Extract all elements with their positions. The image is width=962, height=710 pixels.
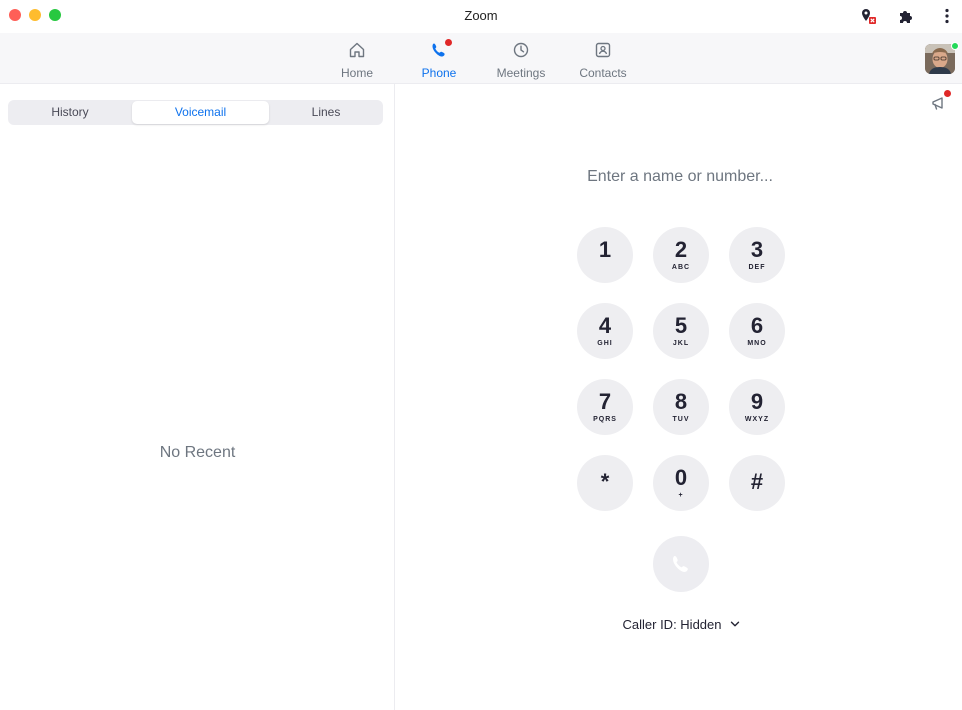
dial-key-digit: 2 <box>674 237 688 262</box>
home-icon <box>349 42 365 58</box>
phone-call-icon <box>673 556 688 572</box>
dial-key-letters: + <box>678 492 684 499</box>
dial-key-8[interactable]: 8 TUV <box>653 379 709 435</box>
nav-contacts-label: Contacts <box>579 66 627 80</box>
empty-state-text: No Recent <box>159 444 236 461</box>
clock-icon <box>513 42 529 58</box>
dial-key-digit: # <box>750 469 764 494</box>
dial-key-letters: ABC <box>671 264 691 271</box>
call-button[interactable] <box>653 536 709 592</box>
nav-phone[interactable]: Phone <box>404 39 474 80</box>
dial-key-0[interactable]: 0 + <box>653 455 709 511</box>
dial-key-digit: 3 <box>750 237 764 262</box>
chevron-down-icon <box>730 621 739 627</box>
nav-home-label: Home <box>340 66 373 80</box>
main-nav: Home Phone Meetings Contacts <box>0 33 962 84</box>
nav-home[interactable]: Home <box>322 39 392 80</box>
dial-key-letters: TUV <box>672 416 690 423</box>
phone-notification-dot <box>445 39 452 46</box>
nav-meetings-label: Meetings <box>496 66 546 80</box>
dial-key-letters: WXYZ <box>744 416 770 423</box>
nav-contacts[interactable]: Contacts <box>568 39 638 80</box>
dial-key-digit: 8 <box>674 389 688 414</box>
tab-lines[interactable]: Lines <box>269 100 383 125</box>
dial-key-4[interactable]: 4 GHI <box>577 303 633 359</box>
dial-key-digit: 4 <box>598 313 612 338</box>
dial-key-5[interactable]: 5 JKL <box>653 303 709 359</box>
dial-key-9[interactable]: 9 WXYZ <box>729 379 785 435</box>
dial-key-3[interactable]: 3 DEF <box>729 227 785 283</box>
dial-key-digit: * <box>600 469 610 494</box>
dial-key-letters: MNO <box>747 340 767 347</box>
caller-id-label: Caller ID: Hidden <box>622 616 722 632</box>
dial-key-digit: 7 <box>598 389 612 414</box>
call-history-pane: History Voicemail Lines No Recent <box>0 84 395 710</box>
dial-key-letters: JKL <box>672 340 690 347</box>
dial-key-star[interactable]: * <box>577 455 633 511</box>
title-bar: Zoom <box>0 0 962 33</box>
dialer-pane: 1 2 ABC 3 DEF 4 GHI 5 JKL 6 MNO 7 PQRS 8… <box>396 84 962 710</box>
dial-key-letters: GHI <box>597 340 613 347</box>
dial-key-6[interactable]: 6 MNO <box>729 303 785 359</box>
dial-key-hash[interactable]: # <box>729 455 785 511</box>
puzzle-apps-icon[interactable] <box>896 6 916 26</box>
nav-phone-label: Phone <box>421 66 457 80</box>
dial-key-letters: DEF <box>748 264 766 271</box>
dial-key-1[interactable]: 1 <box>577 227 633 283</box>
window-title: Zoom <box>464 8 498 23</box>
dial-key-digit: 1 <box>598 237 612 262</box>
dial-key-digit: 0 <box>674 465 688 490</box>
dial-key-digit: 5 <box>674 313 688 338</box>
online-status-indicator <box>951 42 959 50</box>
more-menu-icon[interactable] <box>937 6 957 26</box>
caller-id-dropdown[interactable]: Caller ID: Hidden <box>601 614 761 634</box>
avatar[interactable] <box>925 44 955 74</box>
dial-key-2[interactable]: 2 ABC <box>653 227 709 283</box>
dial-key-7[interactable]: 7 PQRS <box>577 379 633 435</box>
contacts-icon <box>595 42 611 58</box>
dial-number-input[interactable] <box>530 164 830 190</box>
announcement-notification-dot <box>944 90 951 97</box>
tab-history[interactable]: History <box>8 100 132 125</box>
dial-key-digit: 6 <box>750 313 764 338</box>
nav-meetings[interactable]: Meetings <box>486 39 556 80</box>
security-alert-icon[interactable] <box>857 6 877 26</box>
dial-key-letters: PQRS <box>593 416 617 423</box>
tab-voicemail[interactable]: Voicemail <box>132 101 269 124</box>
dial-key-digit: 9 <box>750 389 764 414</box>
segmented-tabs: History Voicemail Lines <box>8 100 383 125</box>
